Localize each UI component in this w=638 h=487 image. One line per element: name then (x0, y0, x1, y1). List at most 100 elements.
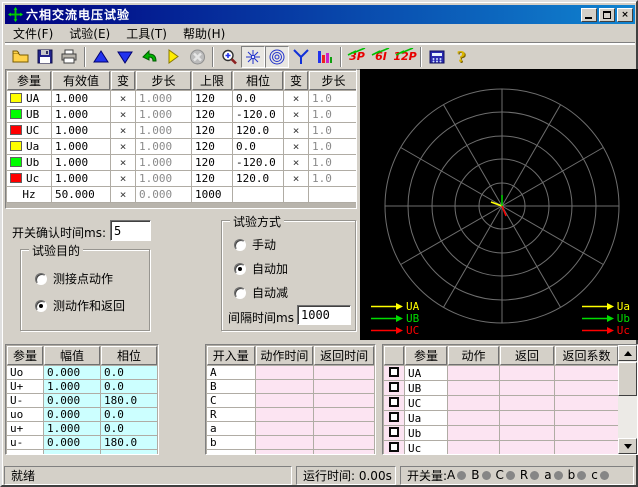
calculator-button[interactable] (425, 46, 449, 68)
limit-cell[interactable]: 120 (192, 155, 232, 170)
vector-y-button[interactable] (289, 46, 313, 68)
maximize-button[interactable] (599, 8, 615, 22)
step-cell[interactable]: 1.000 (136, 107, 191, 122)
vary-toggle[interactable]: × (284, 91, 308, 106)
value-cell[interactable]: 50.000 (52, 187, 110, 202)
minimize-button[interactable] (581, 8, 597, 22)
radio-auto-increase[interactable]: 自动加 (234, 260, 288, 277)
step-cell[interactable]: 1.0 (309, 171, 357, 186)
open-button[interactable] (9, 46, 33, 68)
phase-cell (233, 187, 283, 202)
limit-cell[interactable]: 1000 (192, 187, 232, 202)
vary-toggle[interactable]: × (111, 123, 135, 138)
bar-chart-button[interactable] (313, 46, 337, 68)
help-button[interactable]: ? (449, 46, 473, 68)
limit-cell[interactable]: 120 (192, 123, 232, 138)
vary-toggle[interactable]: × (284, 155, 308, 170)
step-cell[interactable]: 0.000 (136, 187, 191, 202)
radio-icon-selected[interactable] (35, 300, 47, 312)
radio-icon[interactable] (35, 273, 47, 285)
vary-toggle[interactable]: × (111, 171, 135, 186)
vary-toggle[interactable]: × (284, 123, 308, 138)
checkbox[interactable] (389, 412, 399, 422)
radio-action-return[interactable]: 测动作和返回 (35, 297, 125, 314)
polar-view-button[interactable] (265, 46, 289, 68)
menu-tools[interactable]: 工具(T) (118, 24, 175, 43)
phase-cell[interactable]: -120.0 (233, 155, 283, 170)
phase-cell[interactable]: 0.0 (233, 139, 283, 154)
value-cell[interactable]: 1.000 (52, 139, 110, 154)
vary-toggle[interactable]: × (111, 107, 135, 122)
checkbox[interactable] (389, 397, 399, 407)
start-button[interactable] (161, 46, 185, 68)
three-phase-button[interactable]: 3P (345, 46, 369, 68)
step-cell[interactable]: 1.000 (136, 171, 191, 186)
value-cell[interactable]: 1.000 (52, 91, 110, 106)
interval-input[interactable] (297, 305, 351, 325)
app-icon (8, 7, 23, 22)
phase-cell[interactable]: 0.0 (233, 91, 283, 106)
color-swatch (10, 93, 22, 103)
radio-auto-decrease[interactable]: 自动减 (234, 284, 288, 301)
limit-cell[interactable]: 120 (192, 139, 232, 154)
limit-cell[interactable]: 120 (192, 171, 232, 186)
checkbox[interactable] (389, 427, 399, 437)
reset-button[interactable] (137, 46, 161, 68)
checkbox[interactable] (389, 382, 399, 392)
phase-cell[interactable]: 120.0 (233, 171, 283, 186)
step-cell[interactable]: 1.000 (136, 139, 191, 154)
step-cell[interactable]: 1.0 (309, 139, 357, 154)
decrease-button[interactable] (113, 46, 137, 68)
phase-cell[interactable]: -120.0 (233, 107, 283, 122)
close-button[interactable]: × (617, 8, 633, 22)
radio-manual[interactable]: 手动 (234, 236, 276, 253)
vary-toggle[interactable]: × (111, 187, 135, 202)
menu-help[interactable]: 帮助(H) (175, 24, 233, 43)
value-cell[interactable]: 1.000 (52, 123, 110, 138)
six-current-button[interactable]: 6I (369, 46, 393, 68)
save-button[interactable] (33, 46, 57, 68)
results-scrollbar[interactable] (618, 345, 637, 454)
radio-icon-selected[interactable] (234, 263, 246, 275)
menu-test[interactable]: 试验(E) (61, 24, 118, 43)
scroll-up-button[interactable] (618, 345, 637, 361)
step-cell[interactable]: 1.0 (309, 155, 357, 170)
param-row-hz: Hz 50.000 × 0.000 1000 (7, 187, 357, 202)
scroll-down-button[interactable] (618, 438, 637, 454)
play-icon (166, 49, 180, 64)
vary-toggle[interactable]: × (284, 139, 308, 154)
vary-toggle[interactable]: × (111, 155, 135, 170)
checkbox[interactable] (389, 442, 399, 452)
minimize-icon (585, 17, 592, 19)
vary-toggle[interactable]: × (111, 91, 135, 106)
vary-toggle[interactable]: × (284, 107, 308, 122)
step-cell[interactable]: 1.0 (309, 107, 357, 122)
step-cell[interactable]: 1.0 (309, 123, 357, 138)
limit-cell[interactable]: 120 (192, 107, 232, 122)
increase-button[interactable] (89, 46, 113, 68)
value-cell[interactable]: 1.000 (52, 171, 110, 186)
limit-cell[interactable]: 120 (192, 91, 232, 106)
step-cell[interactable]: 1.0 (309, 91, 357, 106)
menu-file[interactable]: 文件(F) (5, 24, 61, 43)
title-bar[interactable]: 六相交流电压试验 × (5, 5, 635, 24)
step-cell[interactable]: 1.000 (136, 91, 191, 106)
twelve-phase-button[interactable]: 12P (393, 46, 417, 68)
step-cell[interactable]: 1.000 (136, 123, 191, 138)
step-cell[interactable]: 1.000 (136, 155, 191, 170)
value-cell[interactable]: 1.000 (52, 107, 110, 122)
vary-toggle[interactable]: × (111, 139, 135, 154)
scroll-thumb[interactable] (618, 362, 637, 396)
radio-icon[interactable] (234, 287, 246, 299)
phasor-view-button[interactable] (241, 46, 265, 68)
print-button[interactable] (57, 46, 81, 68)
phase-cell[interactable]: 120.0 (233, 123, 283, 138)
stop-button[interactable] (185, 46, 209, 68)
radio-contact-action[interactable]: 测接点动作 (35, 270, 113, 287)
vary-toggle[interactable]: × (284, 171, 308, 186)
confirm-time-input[interactable] (110, 220, 151, 241)
zoom-button[interactable] (217, 46, 241, 68)
checkbox[interactable] (389, 367, 399, 377)
value-cell[interactable]: 1.000 (52, 155, 110, 170)
radio-icon[interactable] (234, 239, 246, 251)
